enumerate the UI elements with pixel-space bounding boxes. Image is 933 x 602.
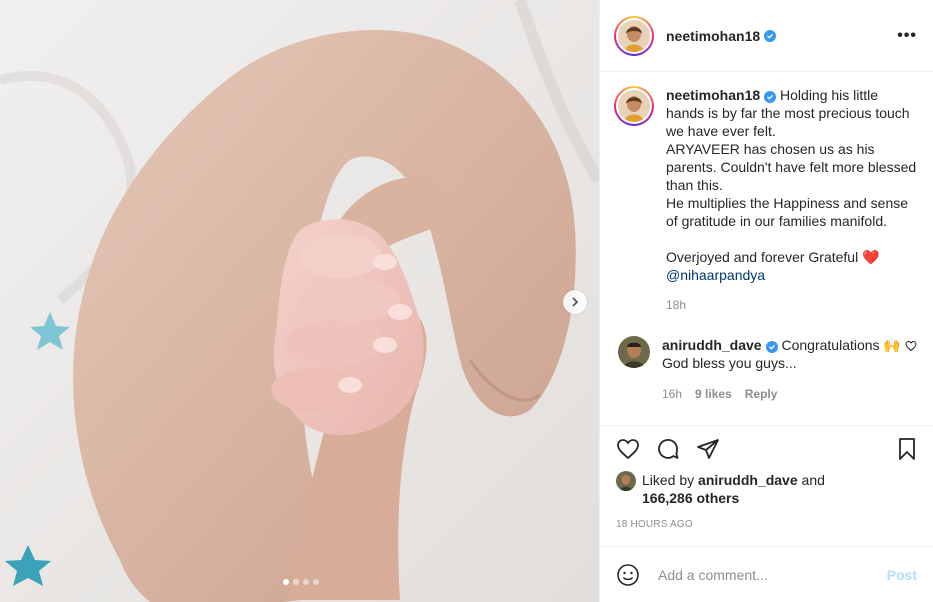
post-timestamp[interactable]: 18 HOURS AGO (600, 519, 933, 530)
verified-badge-icon (764, 29, 777, 42)
verified-badge-icon (764, 91, 777, 103)
action-bar (600, 425, 933, 471)
add-comment-bar: Post (600, 546, 933, 602)
caption-closing: Overjoyed and forever Grateful (666, 249, 859, 265)
profile-photo (618, 19, 650, 52)
reply-button[interactable]: Reply (745, 385, 778, 403)
caption-username[interactable]: neetimohan18 (666, 87, 760, 103)
heart-icon[interactable] (616, 437, 640, 461)
likes-and: and (801, 472, 825, 488)
commenter-avatar[interactable] (618, 336, 650, 368)
liker-username[interactable]: aniruddh_dave (698, 472, 798, 488)
comments-section: neetimohan18 Holding his little hands is… (600, 72, 933, 425)
share-icon[interactable] (696, 437, 720, 461)
carousel-dot (303, 579, 309, 585)
instagram-post: neetimohan18 ••• neetimohan18 Holding hi… (0, 0, 933, 602)
avatar[interactable] (614, 15, 654, 56)
comment-row: aniruddh_dave Congratulations 🙌God bless… (614, 336, 917, 403)
caption-line: ARYAVEER has chosen us as his parents. C… (666, 141, 917, 193)
bookmark-icon[interactable] (895, 437, 919, 461)
emoji-icon[interactable] (616, 563, 640, 587)
profile-photo (616, 471, 636, 491)
post-caption: neetimohan18 Holding his little hands is… (614, 86, 917, 314)
header-username[interactable]: neetimohan18 (666, 28, 760, 44)
carousel-dot (293, 579, 299, 585)
carousel-indicator (283, 579, 319, 585)
liker-avatar[interactable] (616, 471, 636, 491)
commenter-username[interactable]: aniruddh_dave (662, 337, 762, 353)
caption-line: He multiplies the Happiness and sense of… (666, 195, 909, 229)
add-comment-input[interactable] (656, 565, 887, 584)
likes-prefix: Liked by (642, 472, 695, 488)
comment-likes[interactable]: 9 likes (695, 385, 732, 403)
comment-time[interactable]: 16h (662, 385, 682, 403)
next-slide-button[interactable] (563, 290, 587, 314)
post-comment-button[interactable]: Post (887, 567, 917, 583)
caption-avatar[interactable] (614, 86, 654, 126)
likes-summary: Liked by aniruddh_dave and 166,286 other… (600, 471, 933, 507)
post-photo (0, 0, 599, 602)
likes-others[interactable]: 166,286 others (642, 490, 739, 506)
more-options-icon[interactable]: ••• (897, 27, 917, 45)
carousel-dot (313, 579, 319, 585)
heart-emoji: ❤️ (862, 249, 880, 265)
chevron-right-icon (572, 297, 579, 307)
profile-photo (618, 336, 650, 368)
profile-photo (618, 90, 650, 122)
comment-icon[interactable] (656, 437, 680, 461)
mention-link[interactable]: @nihaarpandya (666, 267, 765, 283)
post-header: neetimohan18 ••• (600, 0, 933, 72)
like-comment-icon[interactable] (905, 340, 917, 352)
verified-badge-icon (765, 341, 778, 353)
caption-time[interactable]: 18h (666, 296, 686, 314)
post-side-panel: neetimohan18 ••• neetimohan18 Holding hi… (599, 0, 933, 602)
carousel-dot (283, 579, 289, 585)
post-image-carousel[interactable] (0, 0, 599, 602)
